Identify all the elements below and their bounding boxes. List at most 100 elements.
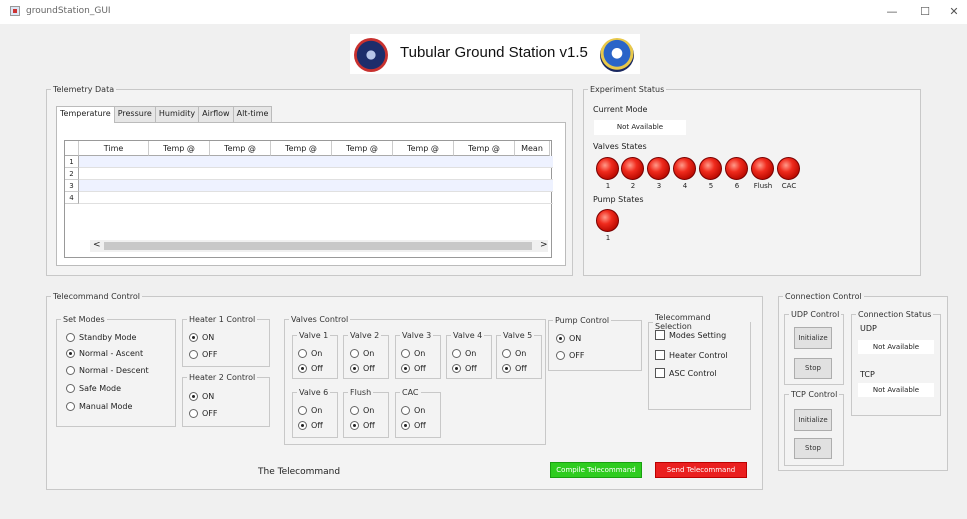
tab-airflow[interactable]: Airflow: [198, 106, 234, 122]
valves-control-legend: Valves Control: [291, 315, 349, 324]
pump-control-group: Pump Control: [548, 316, 642, 371]
heater1-on-radio[interactable]: ON: [189, 333, 214, 342]
valve-led: [596, 157, 619, 180]
tab-temperature[interactable]: Temperature: [56, 106, 115, 123]
send-telecommand-button[interactable]: Send Telecommand: [655, 462, 747, 478]
flush-on-radio[interactable]: On: [350, 406, 374, 415]
table-row[interactable]: [79, 180, 553, 192]
heater1-off-radio[interactable]: OFF: [189, 350, 218, 359]
scrollbar-thumb[interactable]: [104, 242, 532, 250]
valve-led: [777, 157, 800, 180]
valve6-off-radio[interactable]: Off: [298, 421, 323, 430]
pump-led: [596, 209, 619, 232]
valve6-on-radio[interactable]: On: [298, 406, 322, 415]
cac-off-radio[interactable]: Off: [401, 421, 426, 430]
minimize-icon[interactable]: —: [878, 3, 906, 21]
column-header[interactable]: Temp @: [149, 141, 210, 156]
valve-led-label: 5: [708, 182, 714, 190]
valve-led-label: CAC: [781, 182, 797, 190]
valve-led-label: 6: [734, 182, 740, 190]
radio-icon: [502, 349, 511, 358]
valve2-on-radio[interactable]: On: [350, 349, 374, 358]
app-header: Tubular Ground Station v1.5: [350, 34, 640, 74]
radio-icon: [298, 349, 307, 358]
mode-standby-radio[interactable]: Standby Mode: [66, 333, 136, 342]
radio-label: On: [311, 349, 323, 358]
radio-label: On: [414, 349, 426, 358]
radio-icon: [298, 364, 307, 373]
row-number[interactable]: 1: [65, 156, 79, 168]
column-header[interactable]: Temp @: [454, 141, 515, 156]
radio-icon: [350, 421, 359, 430]
valve3-off-radio[interactable]: Off: [401, 364, 426, 373]
radio-icon: [66, 333, 75, 342]
column-header[interactable]: Temp @: [210, 141, 271, 156]
table-row[interactable]: [79, 156, 553, 168]
tab-pressure[interactable]: Pressure: [113, 106, 156, 122]
column-header[interactable]: Mean: [515, 141, 550, 156]
telemetry-legend: Telemetry Data: [53, 85, 115, 94]
udp-stop-button[interactable]: Stop: [794, 358, 832, 379]
column-header[interactable]: Time: [79, 141, 149, 156]
telemetry-tabs: Temperature Pressure Humidity Airflow Al…: [56, 106, 273, 123]
row-number[interactable]: 3: [65, 180, 79, 192]
mission-patch-logo: [354, 38, 388, 72]
valve4-off-radio[interactable]: Off: [452, 364, 477, 373]
asc-control-checkbox[interactable]: ASC Control: [655, 368, 717, 378]
mode-manual-radio[interactable]: Manual Mode: [66, 402, 132, 411]
valve-led-label: 2: [630, 182, 636, 190]
radio-label: Off: [414, 421, 426, 430]
tab-humidity[interactable]: Humidity: [154, 106, 200, 122]
column-header[interactable]: Temp @: [271, 141, 332, 156]
table-row[interactable]: [79, 168, 553, 180]
valve-name: Flush: [350, 388, 372, 397]
radio-icon: [556, 351, 565, 360]
radio-icon: [452, 364, 461, 373]
row-number[interactable]: 4: [65, 192, 79, 204]
mode-safe-radio[interactable]: Safe Mode: [66, 384, 121, 393]
row-number[interactable]: 2: [65, 168, 79, 180]
radio-icon: [401, 349, 410, 358]
heater-control-checkbox[interactable]: Heater Control: [655, 350, 728, 360]
valve1-on-radio[interactable]: On: [298, 349, 322, 358]
radio-label: Standby Mode: [79, 333, 137, 342]
valve5-on-radio[interactable]: On: [502, 349, 526, 358]
tcp-status-label: TCP: [860, 370, 875, 379]
column-header[interactable]: Temp @: [393, 141, 454, 156]
compile-telecommand-button[interactable]: Compile Telecommand: [550, 462, 642, 478]
udp-status-value: Not Available: [858, 340, 934, 354]
valve-name: Valve 2: [350, 331, 380, 340]
valve2-off-radio[interactable]: Off: [350, 364, 375, 373]
heater2-off-radio[interactable]: OFF: [189, 409, 218, 418]
scroll-right-icon[interactable]: >: [540, 240, 548, 250]
radio-label: On: [363, 349, 375, 358]
close-icon[interactable]: ✕: [940, 3, 967, 21]
radio-label: On: [515, 349, 527, 358]
valve5-off-radio[interactable]: Off: [502, 364, 527, 373]
mode-normal-ascent-radio[interactable]: Normal - Ascent: [66, 349, 143, 358]
radio-label: Normal - Descent: [79, 366, 149, 375]
heater2-on-radio[interactable]: ON: [189, 392, 214, 401]
valve3-on-radio[interactable]: On: [401, 349, 425, 358]
column-header[interactable]: Temp @: [332, 141, 393, 156]
cac-on-radio[interactable]: On: [401, 406, 425, 415]
udp-initialize-button[interactable]: Initialize: [794, 327, 832, 349]
radio-label: OFF: [569, 351, 585, 360]
radio-label: OFF: [202, 409, 218, 418]
tcp-stop-button[interactable]: Stop: [794, 438, 832, 459]
valve1-off-radio[interactable]: Off: [298, 364, 323, 373]
valve-led: [699, 157, 722, 180]
flush-off-radio[interactable]: Off: [350, 421, 375, 430]
tcp-initialize-button[interactable]: Initialize: [794, 409, 832, 431]
mode-normal-descent-radio[interactable]: Normal - Descent: [66, 366, 149, 375]
table-row[interactable]: [79, 192, 553, 204]
pump-off-radio[interactable]: OFF: [556, 351, 585, 360]
radio-icon: [189, 350, 198, 359]
valve4-on-radio[interactable]: On: [452, 349, 476, 358]
maximize-icon[interactable]: ☐: [911, 3, 939, 21]
scroll-left-icon[interactable]: <: [93, 240, 101, 250]
tab-alt-time[interactable]: Alt-time: [232, 106, 273, 122]
pump-on-radio[interactable]: ON: [556, 334, 581, 343]
modes-setting-checkbox[interactable]: Modes Setting: [655, 330, 726, 340]
radio-label: Off: [311, 364, 323, 373]
